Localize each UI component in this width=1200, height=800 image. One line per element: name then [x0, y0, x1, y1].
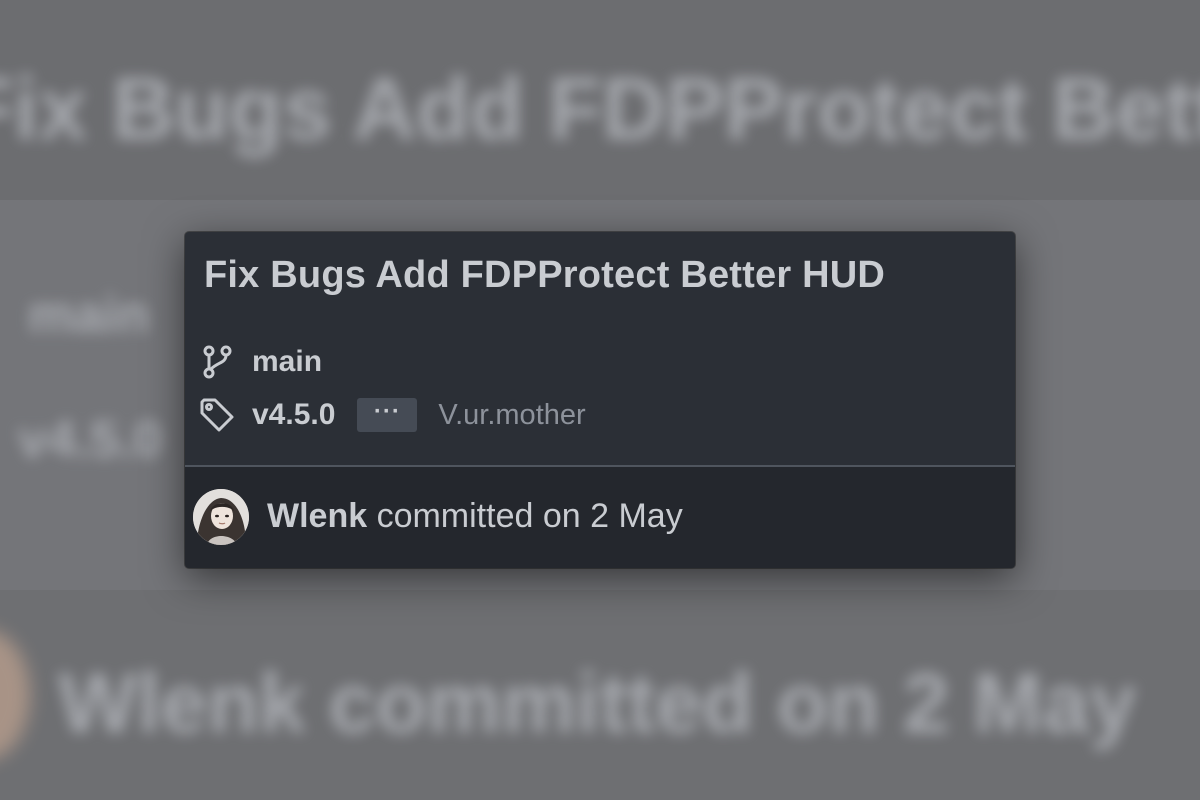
tag-name-link[interactable]: v4.5.0 — [252, 398, 335, 432]
background-commit-text: Wlenk committed on 2 May — [58, 656, 1137, 750]
commit-footer: Wlenk committed on 2 May — [185, 467, 1015, 568]
author-name-link[interactable]: Wlenk — [267, 497, 367, 535]
branch-name-link[interactable]: main — [252, 345, 322, 379]
commit-card: Fix Bugs Add FDPProtect Better HUD main — [185, 232, 1015, 568]
commit-title[interactable]: Fix Bugs Add FDPProtect Better HUD — [204, 254, 885, 297]
git-branch-icon — [197, 342, 237, 382]
commit-date-text: committed on 2 May — [376, 497, 683, 535]
background-tag-text: v4.5.0 — [18, 411, 163, 469]
background-branch-text: main — [28, 286, 150, 344]
more-tags-button[interactable]: ··· — [357, 398, 418, 432]
background-title-text: Fix Bugs Add FDPProtect Better HUD — [0, 59, 1200, 158]
tag-icon — [197, 395, 237, 435]
author-avatar[interactable] — [193, 489, 249, 545]
commit-meta: Wlenk committed on 2 May — [267, 497, 683, 536]
tag-row: v4.5.0 ··· V.ur.mother — [197, 392, 586, 438]
other-tag-link[interactable]: V.ur.mother — [438, 399, 585, 432]
branch-row: main — [197, 340, 322, 384]
